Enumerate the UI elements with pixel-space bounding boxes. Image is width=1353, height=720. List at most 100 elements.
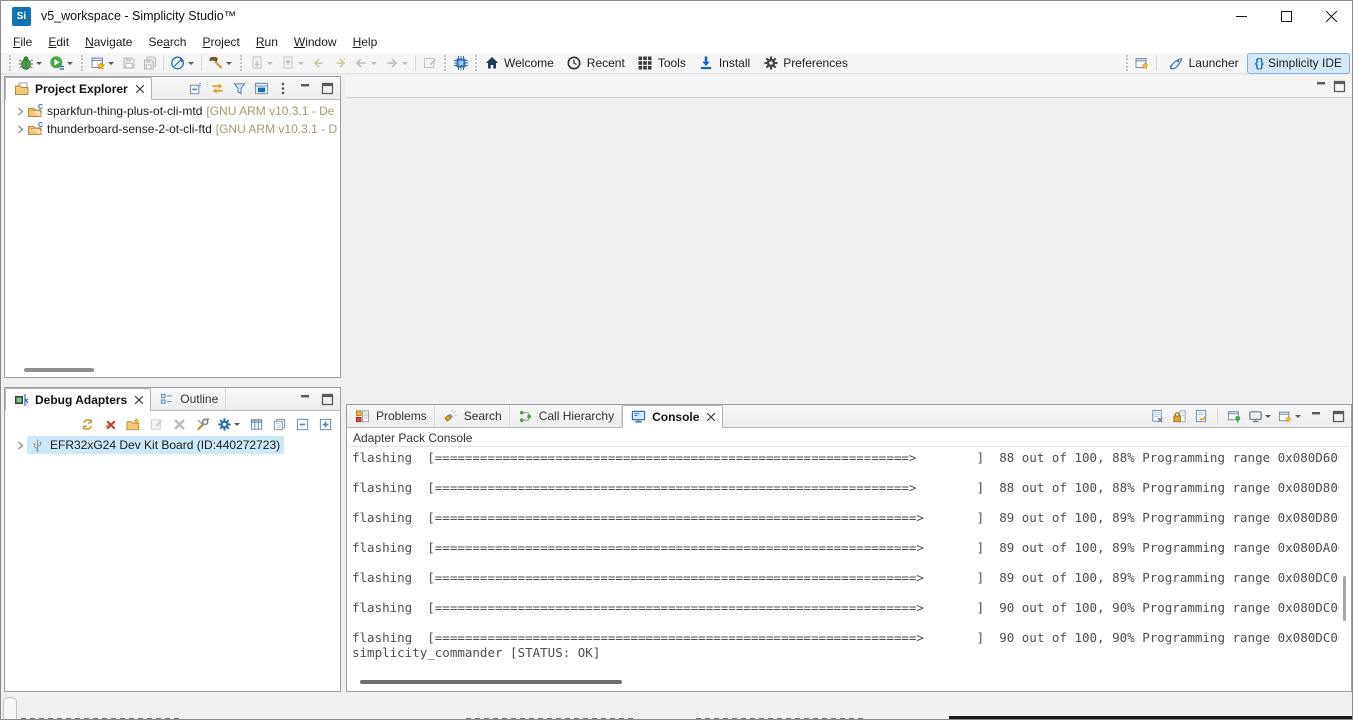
minimize-view-button[interactable] — [1307, 408, 1325, 424]
new-wizard-button[interactable] — [87, 53, 118, 73]
device-flash-button[interactable] — [450, 53, 471, 73]
copy-view-button[interactable] — [270, 416, 288, 432]
new-wizard-dropdown[interactable] — [108, 62, 114, 65]
chevron-right-icon[interactable] — [13, 441, 27, 450]
next-annotation-dropdown[interactable] — [267, 62, 273, 65]
back-history-button[interactable] — [350, 53, 381, 73]
close-icon[interactable] — [707, 410, 715, 424]
maximize-view-button[interactable] — [1329, 408, 1347, 424]
tab-call-hierarchy[interactable]: Call Hierarchy — [510, 405, 622, 427]
menu-project[interactable]: Project — [194, 33, 247, 51]
save-button[interactable] — [118, 53, 139, 73]
filter-icon[interactable] — [230, 80, 248, 96]
perspective-launcher[interactable]: Launcher — [1160, 53, 1247, 74]
minimize-view-button[interactable] — [296, 391, 314, 407]
debug-dropdown[interactable] — [36, 62, 42, 65]
tree-row-project-2[interactable]: C thunderboard-sense-2-ot-cli-ftd [GNU A… — [5, 120, 340, 138]
save-all-button[interactable] — [139, 53, 160, 73]
prev-annotation-button[interactable] — [277, 53, 308, 73]
perspective-simplicity-ide[interactable]: {}Simplicity IDE — [1247, 53, 1350, 74]
expand-all-button[interactable] — [316, 416, 334, 432]
close-icon[interactable] — [135, 393, 143, 407]
columns-button[interactable] — [247, 416, 265, 432]
prev-annotation-dropdown[interactable] — [298, 62, 304, 65]
menu-window[interactable]: Window — [286, 33, 345, 51]
device-tools-button[interactable] — [193, 416, 211, 432]
horizontal-scrollbar[interactable] — [24, 368, 94, 372]
recent-button[interactable]: Recent — [564, 53, 627, 73]
debug-button[interactable] — [15, 53, 46, 73]
tab-outline[interactable]: Outline — [151, 388, 226, 410]
console-horizontal-scrollbar[interactable] — [360, 680, 622, 684]
install-button[interactable]: Install — [696, 53, 752, 73]
scroll-lock-button[interactable] — [1170, 408, 1188, 424]
close-icon[interactable] — [136, 82, 144, 96]
build-button[interactable] — [205, 53, 236, 73]
last-edit-location-button[interactable] — [308, 53, 329, 73]
console-vertical-scrollbar[interactable] — [1343, 576, 1346, 621]
tab-debug-adapters[interactable]: Debug Adapters — [5, 388, 151, 411]
word-wrap-button[interactable] — [1192, 408, 1210, 424]
collapse-all-button[interactable] — [186, 80, 204, 96]
rename-button[interactable] — [147, 416, 165, 432]
menu-search[interactable]: Search — [140, 33, 194, 51]
run-dropdown[interactable] — [67, 62, 73, 65]
debug-target-dropdown[interactable] — [188, 62, 194, 65]
pin-console-button[interactable] — [1225, 408, 1243, 424]
open-perspective-button[interactable] — [1132, 53, 1153, 73]
window-minimize-button[interactable] — [1219, 1, 1264, 31]
window-close-button[interactable] — [1309, 1, 1353, 31]
editor-area — [346, 76, 1352, 400]
collapse-all-button[interactable] — [293, 416, 311, 432]
display-console-dropdown[interactable] — [1265, 415, 1271, 418]
preferences-button[interactable]: Preferences — [760, 53, 850, 73]
tab-search[interactable]: Search — [435, 405, 510, 427]
link-with-editor-toggle[interactable] — [208, 80, 226, 96]
back-history-dropdown[interactable] — [371, 62, 377, 65]
next-edit-location-button[interactable] — [329, 53, 350, 73]
minimize-view-button[interactable] — [1312, 79, 1330, 95]
trim-restore-widget[interactable] — [3, 697, 17, 720]
folder-icon — [13, 80, 30, 97]
chevron-right-icon[interactable] — [13, 107, 27, 116]
tab-console[interactable]: Console — [622, 405, 723, 428]
next-annotation-button[interactable] — [246, 53, 277, 73]
open-console-button[interactable] — [1277, 408, 1303, 424]
delete-button[interactable] — [170, 416, 188, 432]
link-with-editor-button[interactable] — [419, 53, 440, 73]
adapter-settings-button[interactable] — [216, 416, 242, 432]
welcome-button[interactable]: Welcome — [481, 53, 556, 73]
tree-row-adapter[interactable]: EFR32xG24 Dev Kit Board (ID:440272723) — [5, 436, 340, 454]
tree-row-project-1[interactable]: C sparkfun-thing-plus-ot-cli-mtd [GNU AR… — [5, 102, 340, 120]
tools-button[interactable]: Tools — [635, 53, 688, 73]
debug-target-button[interactable] — [167, 53, 198, 73]
maximize-view-button[interactable] — [318, 80, 336, 96]
menu-run[interactable]: Run — [248, 33, 286, 51]
menu-file[interactable]: File — [5, 33, 40, 51]
run-button[interactable] — [46, 53, 77, 73]
menu-help[interactable]: Help — [345, 33, 386, 51]
menu-edit[interactable]: Edit — [40, 33, 77, 51]
forward-history-dropdown[interactable] — [402, 62, 408, 65]
new-group-button[interactable] — [124, 416, 142, 432]
maximize-view-button[interactable] — [1330, 79, 1348, 95]
build-dropdown[interactable] — [226, 62, 232, 65]
minimize-view-button[interactable] — [296, 80, 314, 96]
adapter-settings-dropdown[interactable] — [234, 423, 240, 426]
forward-arrow-icon — [383, 55, 400, 72]
forward-history-button[interactable] — [381, 53, 412, 73]
clear-console-button[interactable] — [1148, 408, 1166, 424]
connect-refresh-button[interactable] — [78, 416, 96, 432]
menu-navigate[interactable]: Navigate — [77, 33, 140, 51]
maximize-view-button[interactable] — [318, 391, 336, 407]
si-view-icon[interactable] — [252, 80, 270, 96]
open-console-dropdown[interactable] — [1295, 415, 1301, 418]
disconnect-button[interactable] — [101, 416, 119, 432]
console-view: Problems Search Call Hierarchy Console — [346, 404, 1352, 692]
chevron-right-icon[interactable] — [13, 125, 27, 134]
view-menu-icon[interactable] — [274, 80, 292, 96]
tab-project-explorer[interactable]: Project Explorer — [5, 77, 152, 100]
window-maximize-button[interactable] — [1264, 1, 1309, 31]
display-console-button[interactable] — [1247, 408, 1273, 424]
tab-problems[interactable]: Problems — [347, 405, 435, 427]
